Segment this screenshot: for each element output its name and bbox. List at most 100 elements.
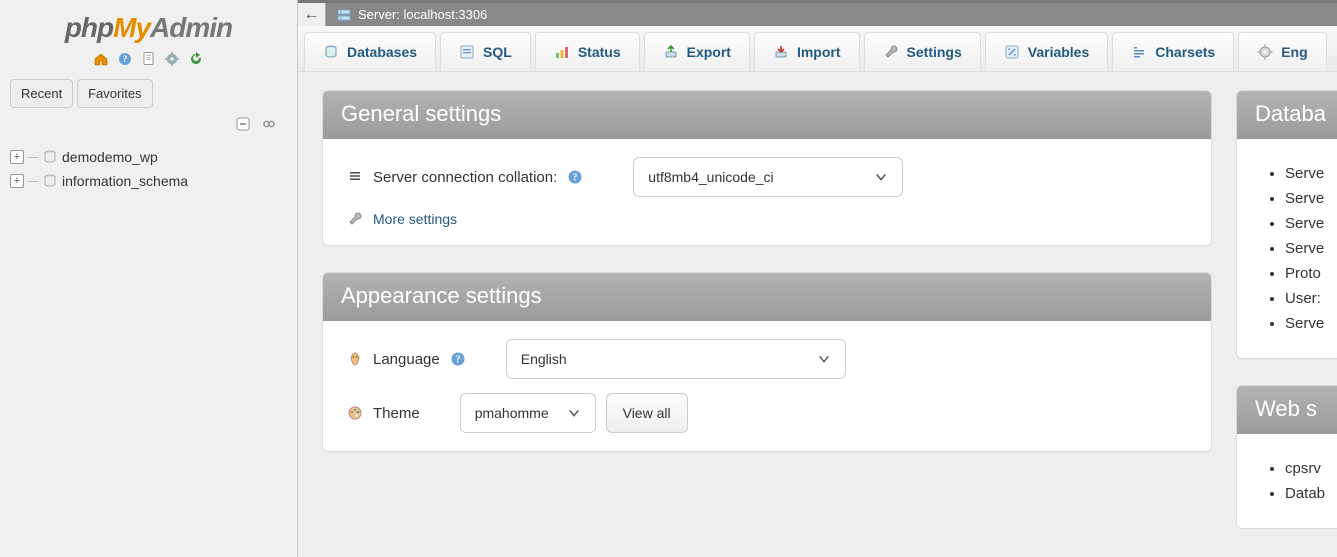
server-icon xyxy=(336,7,352,23)
info-list: Serve Serve Serve Serve Proto User: Serv… xyxy=(1261,165,1337,332)
panel-database-server: Databa Serve Serve Serve Serve Proto Use… xyxy=(1236,90,1337,359)
back-button[interactable]: ← xyxy=(298,3,326,26)
theme-select[interactable]: pmahomme xyxy=(460,393,596,433)
engine-icon xyxy=(1257,44,1273,60)
tab-sql[interactable]: SQL xyxy=(440,32,531,71)
help-icon[interactable]: ? xyxy=(567,169,583,185)
main-area: ← Server: localhost:3306 Databases SQL S… xyxy=(298,0,1337,557)
info-item: cpsrv xyxy=(1285,460,1337,477)
select-value: English xyxy=(521,351,567,367)
button-label: View all xyxy=(623,405,671,421)
panel-web-server: Web s cpsrv Datab xyxy=(1236,385,1337,529)
chevron-down-icon xyxy=(567,406,581,420)
tab-label: Status xyxy=(578,44,621,60)
wrench-icon xyxy=(347,211,363,227)
top-bar: ← Server: localhost:3306 xyxy=(298,0,1337,26)
select-value: utf8mb4_unicode_ci xyxy=(648,169,773,185)
help-icon[interactable]: ? xyxy=(450,351,466,367)
database-tree: + demodemo_wp + information_schema xyxy=(0,141,297,197)
info-item: Serve xyxy=(1285,215,1337,232)
info-list: cpsrv Datab xyxy=(1261,460,1337,502)
content-right-column: Databa Serve Serve Serve Serve Proto Use… xyxy=(1236,90,1337,555)
import-icon xyxy=(773,44,789,60)
info-item: Serve xyxy=(1285,165,1337,182)
tab-export[interactable]: Export xyxy=(644,32,750,71)
favorites-button[interactable]: Favorites xyxy=(77,79,152,108)
wrench-icon xyxy=(883,44,899,60)
link-icon[interactable] xyxy=(261,116,277,132)
variables-icon xyxy=(1004,44,1020,60)
reload-icon[interactable] xyxy=(188,51,204,67)
theme-icon xyxy=(347,405,363,421)
theme-label: Theme xyxy=(373,405,420,422)
language-select[interactable]: English xyxy=(506,339,846,379)
info-item: User: xyxy=(1285,290,1337,307)
svg-text:?: ? xyxy=(122,54,127,64)
docs-icon[interactable] xyxy=(141,51,157,67)
tree-item-label: information_schema xyxy=(62,173,188,189)
svg-text:?: ? xyxy=(573,173,578,184)
expand-icon[interactable]: + xyxy=(10,150,24,164)
tab-import[interactable]: Import xyxy=(754,32,860,71)
recent-button[interactable]: Recent xyxy=(10,79,73,108)
tab-databases[interactable]: Databases xyxy=(304,32,436,71)
language-icon xyxy=(347,351,363,367)
tab-label: Export xyxy=(687,44,731,60)
collapse-all-icon[interactable] xyxy=(235,116,251,132)
database-icon xyxy=(323,44,339,60)
tab-label: Settings xyxy=(907,44,962,60)
content: General settings Server connection colla… xyxy=(298,72,1337,557)
tab-label: SQL xyxy=(483,44,512,60)
collation-select[interactable]: utf8mb4_unicode_ci xyxy=(633,157,903,197)
settings-icon[interactable] xyxy=(164,51,180,67)
breadcrumb-label[interactable]: Server: localhost:3306 xyxy=(358,7,487,22)
sidebar: phpMyAdmin ? Recent Favorites + demodemo… xyxy=(0,0,298,557)
info-item: Serve xyxy=(1285,240,1337,257)
nav-mini-controls xyxy=(0,112,297,141)
svg-text:?: ? xyxy=(455,355,460,366)
database-icon xyxy=(42,173,58,189)
logo-part-my: My xyxy=(113,12,150,43)
chevron-down-icon xyxy=(874,170,888,184)
tab-label: Variables xyxy=(1028,44,1090,60)
charsets-icon xyxy=(1131,44,1147,60)
tab-label: Eng xyxy=(1281,44,1307,60)
info-item: Serve xyxy=(1285,315,1337,332)
top-tabs: Databases SQL Status Export Import Setti… xyxy=(298,26,1337,72)
info-item: Serve xyxy=(1285,190,1337,207)
logout-icon[interactable]: ? xyxy=(117,51,133,67)
tab-charsets[interactable]: Charsets xyxy=(1112,32,1234,71)
home-icon[interactable] xyxy=(93,51,109,67)
info-item: Proto xyxy=(1285,265,1337,282)
status-icon xyxy=(554,44,570,60)
sql-icon xyxy=(459,44,475,60)
chevron-down-icon xyxy=(817,352,831,366)
panel-title: Databa xyxy=(1237,91,1337,139)
tab-variables[interactable]: Variables xyxy=(985,32,1109,71)
breadcrumb: Server: localhost:3306 xyxy=(326,7,487,23)
panel-title: General settings xyxy=(323,91,1211,139)
database-icon xyxy=(42,149,58,165)
collation-label: Server connection collation: xyxy=(373,169,557,186)
info-item: Datab xyxy=(1285,485,1337,502)
tab-engines[interactable]: Eng xyxy=(1238,32,1326,71)
more-settings-link[interactable]: More settings xyxy=(373,211,457,227)
content-left-column: General settings Server connection colla… xyxy=(322,90,1212,478)
expand-icon[interactable]: + xyxy=(10,174,24,188)
panel-title: Appearance settings xyxy=(323,273,1211,321)
language-label: Language xyxy=(373,351,440,368)
tab-label: Charsets xyxy=(1155,44,1215,60)
nav-tabs: Recent Favorites xyxy=(0,75,297,112)
panel-title: Web s xyxy=(1237,386,1337,434)
tree-item-db[interactable]: + demodemo_wp xyxy=(8,145,289,169)
panel-general-settings: General settings Server connection colla… xyxy=(322,90,1212,246)
export-icon xyxy=(663,44,679,60)
tab-status[interactable]: Status xyxy=(535,32,640,71)
view-all-button[interactable]: View all xyxy=(606,393,688,433)
tree-item-db[interactable]: + information_schema xyxy=(8,169,289,193)
tab-settings[interactable]: Settings xyxy=(864,32,981,71)
nav-quick-icons: ? xyxy=(0,46,297,75)
panel-appearance-settings: Appearance settings Language ? English xyxy=(322,272,1212,452)
tree-item-label: demodemo_wp xyxy=(62,149,158,165)
collation-icon xyxy=(347,169,363,185)
